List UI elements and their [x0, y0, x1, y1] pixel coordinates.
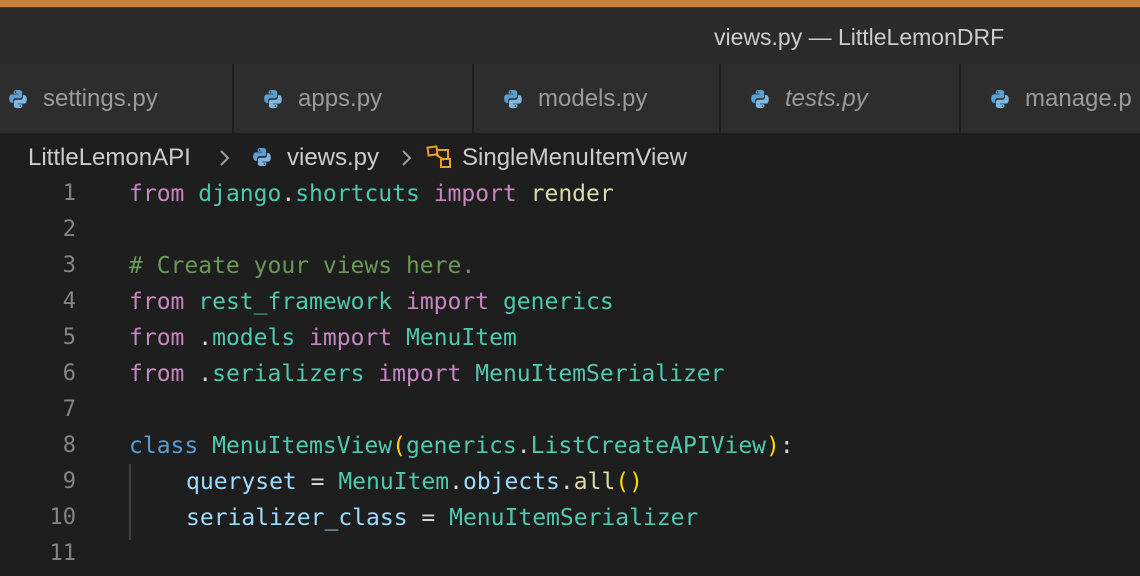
- tab-models-py[interactable]: models.py: [474, 64, 721, 133]
- code-text: class MenuItemsView(generics.ListCreateA…: [129, 433, 794, 459]
- tab-label: settings.py: [43, 84, 158, 112]
- chevron-right-icon: [220, 150, 230, 166]
- window-title: views.py — LittleLemonDRF: [714, 24, 1005, 50]
- python-icon: [991, 89, 1009, 108]
- breadcrumb-folder[interactable]: LittleLemonAPI: [28, 144, 191, 172]
- python-icon: [264, 89, 282, 108]
- code-text: from rest_framework import generics: [129, 289, 614, 315]
- breadcrumb: LittleLemonAPI views.py SingleMenuItemVi…: [0, 134, 1140, 180]
- line-number: 11: [49, 541, 77, 566]
- python-icon: [253, 147, 271, 167]
- tab-tests-py[interactable]: tests.py: [721, 64, 961, 133]
- breadcrumb-symbol[interactable]: SingleMenuItemView: [462, 144, 687, 172]
- code-text: from django.shortcuts import render: [129, 181, 614, 207]
- tab-bar: settings.py apps.py models.py tests.py m…: [0, 64, 1140, 134]
- line-number: 2: [62, 217, 76, 242]
- code-line-9: 9 queryset = MenuItem.objects.all(): [0, 468, 1140, 504]
- tab-label: tests.py: [785, 84, 868, 112]
- code-editor[interactable]: 1 from django.shortcuts import render 2 …: [0, 180, 1140, 566]
- tab-label: manage.p: [1025, 84, 1132, 112]
- class-symbol-icon: [426, 145, 451, 168]
- code-line-2: 2: [0, 216, 1140, 252]
- tab-settings-py[interactable]: settings.py: [0, 64, 234, 133]
- line-number: 5: [62, 325, 76, 350]
- breadcrumb-file[interactable]: views.py: [287, 144, 379, 172]
- code-line-6: 6 from .serializers import MenuItemSeria…: [0, 360, 1140, 396]
- line-number: 7: [62, 397, 76, 422]
- line-number: 1: [62, 181, 76, 206]
- line-number: 4: [62, 289, 76, 314]
- tab-apps-py[interactable]: apps.py: [234, 64, 474, 133]
- line-number: 3: [62, 253, 76, 278]
- code-line-7: 7: [0, 396, 1140, 432]
- code-comment: # Create your views here.: [129, 253, 476, 279]
- code-text: serializer_class = MenuItemSerializer: [186, 505, 699, 531]
- chevron-right-icon: [402, 150, 412, 166]
- code-line-11: 11: [0, 540, 1140, 576]
- code-text: queryset = MenuItem.objects.all(): [186, 469, 644, 495]
- line-number: 9: [62, 469, 76, 494]
- tab-manage-py[interactable]: manage.p: [961, 64, 1140, 133]
- code-text: from .serializers import MenuItemSeriali…: [129, 361, 725, 387]
- python-icon: [504, 89, 522, 108]
- window-accent-strip: [0, 0, 1140, 7]
- code-line-10: 10 serializer_class = MenuItemSerializer: [0, 504, 1140, 540]
- code-line-1: 1 from django.shortcuts import render: [0, 180, 1140, 216]
- title-bar: views.py — LittleLemonDRF: [0, 7, 1140, 64]
- python-icon: [9, 89, 27, 108]
- line-number: 8: [62, 433, 76, 458]
- tab-label: models.py: [538, 84, 648, 112]
- code-line-4: 4 from rest_framework import generics: [0, 288, 1140, 324]
- tab-label: apps.py: [298, 84, 383, 112]
- code-text: from .models import MenuItem: [129, 325, 517, 351]
- python-icon: [751, 89, 769, 108]
- code-line-3: 3 # Create your views here.: [0, 252, 1140, 288]
- code-line-8: 8 class MenuItemsView(generics.ListCreat…: [0, 432, 1140, 468]
- code-line-5: 5 from .models import MenuItem: [0, 324, 1140, 360]
- line-number: 10: [49, 505, 77, 530]
- line-number: 6: [62, 361, 76, 386]
